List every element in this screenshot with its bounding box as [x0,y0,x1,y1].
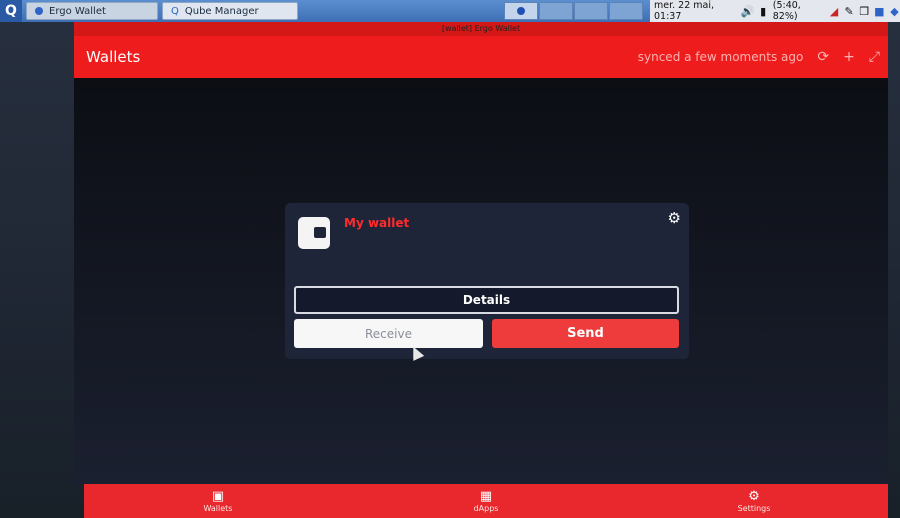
workspace-2[interactable] [539,2,573,20]
header-actions: synced a few moments ago ⟳ + ⤢ [638,49,888,65]
task-qube-manager[interactable]: Q Qube Manager [162,2,298,20]
bottom-nav: ▣ Wallets ▦ dApps ⚙ Settings [84,484,888,518]
sync-status: synced a few moments ago [637,50,804,64]
wallet-icon [298,217,330,249]
battery-icon[interactable]: ▮ [758,5,769,18]
page-title: Wallets [86,48,141,66]
task-ergo-wallet[interactable]: Ergo Wallet [26,2,158,20]
refresh-icon[interactable]: ⟳ [817,49,829,65]
window-title-bar[interactable]: [wallet] Ergo Wallet [74,22,888,36]
workspace-1[interactable] [504,2,538,20]
workspace-3[interactable] [574,2,608,20]
nav-label: dApps [473,503,499,513]
workspace-4[interactable] [609,2,643,20]
network-icon[interactable]: ◢ [828,5,839,18]
gear-icon: ⚙ [748,488,760,504]
qubes-menu-button[interactable]: Q [0,0,22,22]
qubes-domains-icon[interactable]: ■ [874,5,885,18]
send-button[interactable]: Send [492,319,679,348]
devices-icon[interactable]: ✎ [844,5,855,18]
app-header: Wallets synced a few moments ago ⟳ + ⤢ [74,36,888,78]
task-label: Ergo Wallet [49,5,106,17]
wallet-nav-icon: ▣ [211,488,225,504]
system-tray: mer. 22 mai, 01:37 🔊 ▮ (5:40, 82%) ◢ ✎ ❐… [650,0,900,22]
workspace-window-icon [517,7,525,15]
volume-icon[interactable]: 🔊 [741,5,755,18]
qube-icon: Q [171,5,179,17]
battery-status: (5:40, 82%) [772,0,801,22]
wallet-settings-icon[interactable]: ⚙ [668,209,681,227]
expand-icon[interactable]: ⤢ [869,49,880,65]
nav-item-dapps[interactable]: ▦ dApps [352,484,620,518]
plus-icon[interactable]: + [843,49,855,65]
nav-label: Settings [737,503,771,513]
nav-item-settings[interactable]: ⚙ Settings [620,484,888,518]
wallet-name[interactable]: My wallet [344,216,409,230]
workspace-switcher [504,2,643,20]
app-icon [35,7,43,15]
taskbar: Q Ergo Wallet Q Qube Manager mer. 22 mai… [0,0,900,22]
receive-button[interactable]: Receive [294,319,483,348]
screen: Q Ergo Wallet Q Qube Manager mer. 22 mai… [0,0,900,518]
details-button[interactable]: Details [294,286,679,314]
grid-icon: ▦ [479,488,493,504]
wallet-card: My wallet ⚙ Details Receive Send [285,203,689,359]
nav-item-wallets[interactable]: ▣ Wallets [84,484,352,518]
clock[interactable]: mer. 22 mai, 01:37 [654,0,738,22]
nav-label: Wallets [203,503,233,513]
updates-icon[interactable]: ◆ [889,5,900,18]
task-label: Qube Manager [184,5,259,17]
windows-icon[interactable]: ❐ [859,5,870,18]
